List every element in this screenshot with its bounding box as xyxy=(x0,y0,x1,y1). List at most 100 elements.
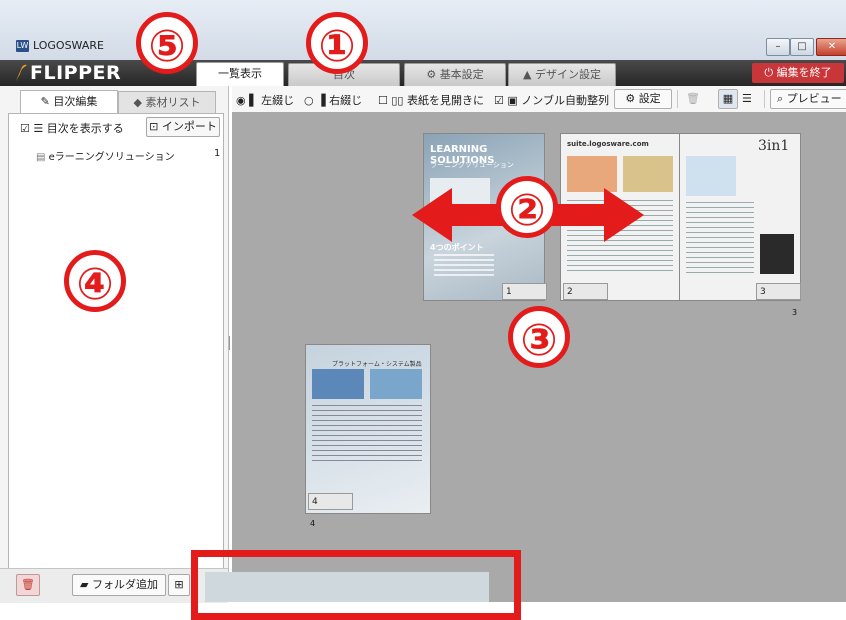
toolbar-separator xyxy=(764,90,765,108)
page-image xyxy=(312,369,364,399)
import-button[interactable]: ⊡ インポート xyxy=(146,117,220,137)
tab-asset-list[interactable]: ◆ 素材リスト xyxy=(118,91,216,114)
edit-icon: ✎ xyxy=(40,95,50,108)
checkbox-unchecked-icon: ☐ xyxy=(378,94,388,107)
page-thumbnail[interactable]: プラットフォーム・システム製品 4 xyxy=(306,345,430,513)
preview-label: プレビュー xyxy=(786,92,842,105)
annotation-badge-3: ③ xyxy=(508,306,570,368)
page-number-caption: 3 xyxy=(792,308,798,317)
show-toc-checkbox[interactable]: ☑ ☰ 目次を表示する xyxy=(20,120,124,136)
toc-item[interactable]: ▤ eラーニングソリューション xyxy=(36,148,175,163)
page-title: 3in1 xyxy=(758,138,790,154)
tab-toc-edit-label: 目次編集 xyxy=(53,95,98,108)
asset-icon: ◆ xyxy=(133,96,142,109)
binding-left-radio[interactable]: ◉ ▌ 左綴じ xyxy=(236,92,294,108)
binding-left-label: 左綴じ xyxy=(261,94,295,107)
settings-label: 設定 xyxy=(638,92,661,105)
radio-selected-icon: ◉ xyxy=(236,94,246,107)
gear-icon: ⚙ xyxy=(426,68,437,81)
preview-icon: ⌕ xyxy=(777,92,784,105)
list-view-button[interactable]: ☰ xyxy=(742,92,752,105)
page-number-label: 3 xyxy=(756,283,801,300)
delete-page-button[interactable]: 🗑 xyxy=(686,92,700,105)
tab-toc-edit[interactable]: ✎ 目次編集 xyxy=(20,90,118,114)
window-title: LOGOSWARE xyxy=(33,39,104,52)
page-title: プラットフォーム・システム製品 xyxy=(332,361,422,368)
page-title: suite.logosware.com xyxy=(567,140,649,148)
window-titlebar xyxy=(0,0,846,60)
end-edit-label: 編集を終了 xyxy=(776,66,832,79)
folder-add-icon: ▰ xyxy=(80,578,89,591)
import-label: インポート xyxy=(161,120,217,133)
binding-right-radio[interactable]: ○ ▐ 右綴じ xyxy=(304,92,362,108)
maximize-icon: □ xyxy=(797,41,807,52)
power-icon: ⏻ xyxy=(764,66,774,79)
page-thumbnail[interactable]: 3in1 3 xyxy=(680,134,801,300)
checkbox-checked-icon: ☑ xyxy=(494,94,504,107)
trash-icon: 🗑 xyxy=(21,578,35,591)
tablet-image xyxy=(760,234,794,274)
page-image xyxy=(686,156,736,196)
delete-button[interactable]: 🗑 xyxy=(16,574,40,596)
show-toc-label: 目次を表示する xyxy=(46,122,124,135)
book-right-icon: ▐ xyxy=(317,94,326,107)
flipper-logo-icon xyxy=(16,64,27,81)
tab-basic-label: 基本設定 xyxy=(439,68,484,81)
page-image xyxy=(370,369,422,399)
close-button[interactable]: ✕ xyxy=(816,38,846,56)
list-icon: ☰ xyxy=(33,122,44,135)
page-number-icon: ▣ xyxy=(507,94,518,107)
grid-icon: ▦ xyxy=(722,92,734,105)
auto-align-checkbox[interactable]: ☑ ▣ ノンブル自動整列 xyxy=(494,92,609,108)
page-number-caption: 4 xyxy=(310,519,316,528)
page-icon: ▤ xyxy=(36,152,46,163)
page-text-block xyxy=(686,202,754,274)
page-number-label: 4 xyxy=(308,493,353,510)
tab-design-label: デザイン設定 xyxy=(534,68,601,81)
preview-button[interactable]: ⌕ プレビュー xyxy=(770,89,846,109)
design-icon: ▲ xyxy=(523,68,532,81)
page-subtitle: ラーニングソリューション xyxy=(430,161,514,169)
gear-icon: ⚙ xyxy=(625,92,636,105)
annotation-badge-5: ⑤ xyxy=(136,12,198,74)
toolbar-separator xyxy=(677,90,678,108)
add-folder-label: フォルダ追加 xyxy=(91,578,158,591)
tab-basic-settings[interactable]: ⚙ 基本設定 xyxy=(404,63,506,86)
end-edit-button[interactable]: ⏻ 編集を終了 xyxy=(752,63,844,83)
cover-spread-label: 表紙を見開きに xyxy=(406,94,484,107)
page-number-label: 2 xyxy=(563,283,608,300)
annotation-badge-2: ② xyxy=(496,176,558,238)
page-text-block xyxy=(434,254,494,276)
spread-icon: ▯▯ xyxy=(391,94,404,107)
minimize-icon: – xyxy=(775,41,781,52)
grid-view-button[interactable]: ▦ xyxy=(718,89,738,109)
page-text-block xyxy=(312,405,422,465)
toc-tree-panel xyxy=(8,113,224,570)
radio-unselected-icon: ○ xyxy=(304,94,314,107)
list-icon: ☰ xyxy=(742,92,752,105)
settings-button[interactable]: ⚙ 設定 xyxy=(614,89,672,109)
trash-icon: 🗑 xyxy=(686,92,700,105)
annotation-badge-4: ④ xyxy=(64,250,126,312)
add-page-icon: ⊞ xyxy=(174,578,184,591)
book-left-icon: ▌ xyxy=(249,94,258,107)
toc-item-label: eラーニングソリューション xyxy=(48,152,175,163)
checkbox-checked-icon: ☑ xyxy=(20,122,30,135)
maximize-button[interactable]: □ xyxy=(790,38,814,56)
import-icon: ⊡ xyxy=(149,120,159,133)
tab-design-settings[interactable]: ▲ デザイン設定 xyxy=(508,63,616,86)
auto-align-label: ノンブル自動整列 xyxy=(521,94,609,107)
app-icon: LW xyxy=(16,40,29,52)
tab-list-view[interactable]: 一覧表示 xyxy=(196,62,284,87)
binding-right-label: 右綴じ xyxy=(329,94,363,107)
cover-spread-checkbox[interactable]: ☐ ▯▯ 表紙を見開きに xyxy=(378,92,484,108)
tab-asset-label: 素材リスト xyxy=(145,96,201,109)
toc-item-page-number: 1 xyxy=(214,148,221,159)
highlight-box-annotation xyxy=(191,550,521,620)
add-page-button[interactable]: ⊞ xyxy=(168,574,190,596)
annotation-badge-1: ① xyxy=(306,12,368,74)
close-icon: ✕ xyxy=(827,41,837,52)
minimize-button[interactable]: – xyxy=(766,38,790,56)
add-folder-button[interactable]: ▰ フォルダ追加 xyxy=(72,574,166,596)
brand-logo: FLIPPER xyxy=(30,62,122,84)
